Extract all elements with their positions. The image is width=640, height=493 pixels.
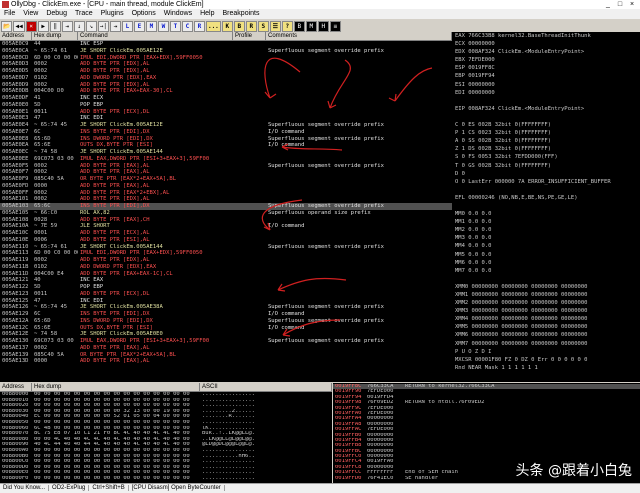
arrow-2: [327, 59, 351, 109]
annotation-strokes: [261, 57, 433, 337]
arrow-7: [282, 319, 341, 337]
arrow-3: [388, 67, 433, 102]
arrow-6: [277, 277, 347, 292]
annotation-arrows: [261, 57, 433, 337]
arrow-1: [264, 57, 301, 99]
arrow-5: [261, 199, 303, 231]
arrow-4: [281, 143, 343, 151]
